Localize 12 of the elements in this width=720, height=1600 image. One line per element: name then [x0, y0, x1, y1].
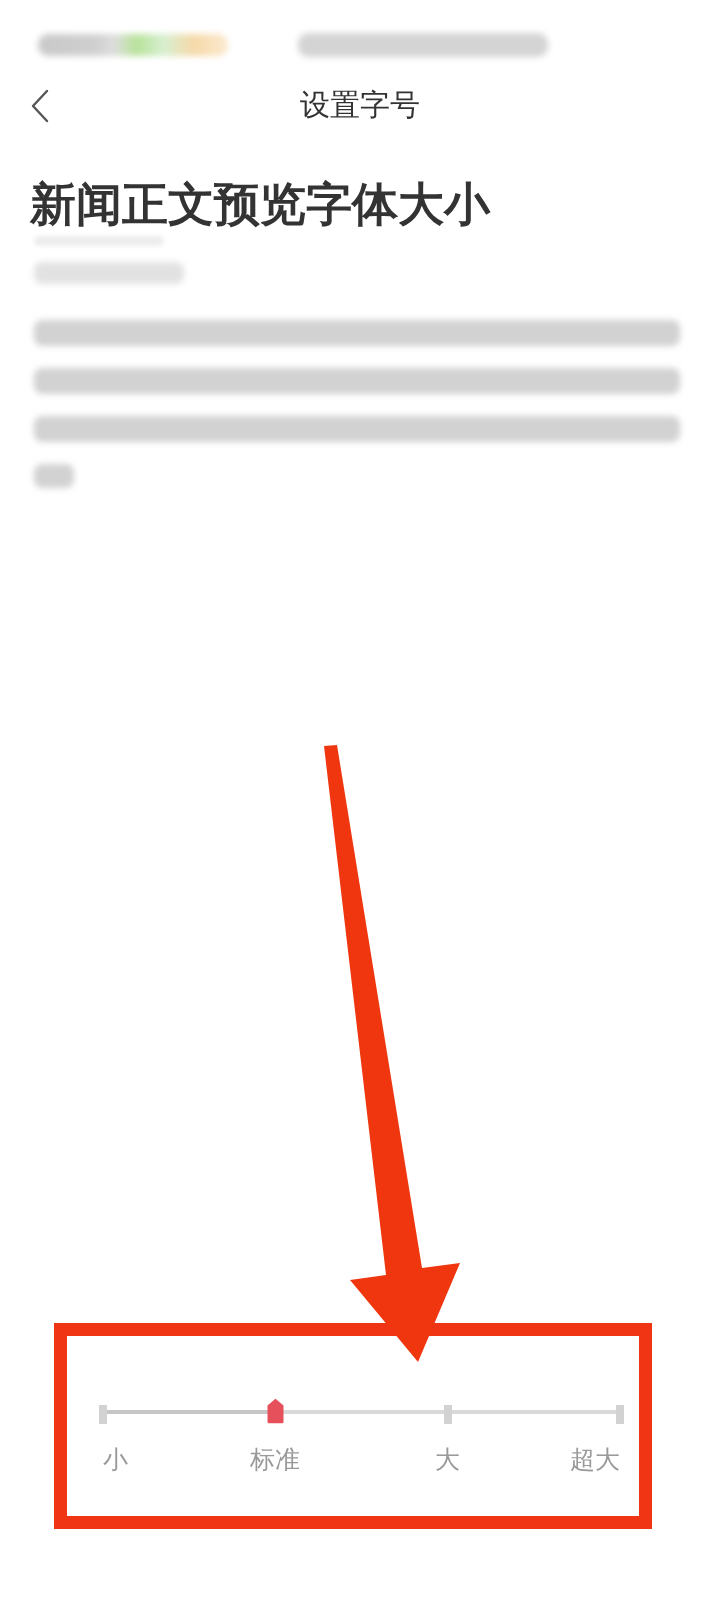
size-option-label[interactable]: 大 [435, 1445, 461, 1475]
preview-heading: 新闻正文预览字体大小 [30, 176, 490, 232]
size-option-label[interactable]: 超大 [570, 1445, 620, 1475]
slider-tick[interactable] [616, 1405, 624, 1424]
slider-tick[interactable] [99, 1405, 107, 1424]
slider-tick[interactable] [443, 1405, 452, 1424]
size-option-label[interactable]: 小 [103, 1445, 128, 1475]
back-icon[interactable] [30, 89, 50, 123]
blurred-text-line [34, 464, 74, 488]
page-title: 设置字号 [300, 86, 420, 124]
size-option-label[interactable]: 标准 [250, 1445, 301, 1475]
slider-thumb[interactable] [265, 1398, 285, 1424]
